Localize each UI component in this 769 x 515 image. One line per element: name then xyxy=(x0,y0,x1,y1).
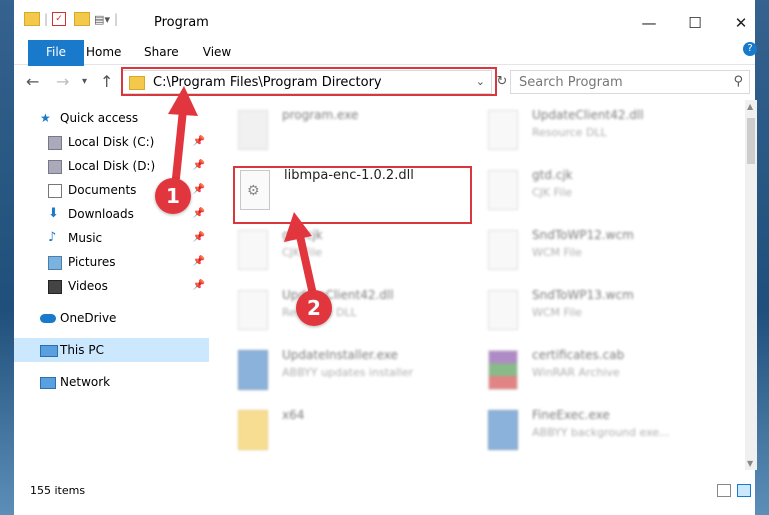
step-badge-2: 2 xyxy=(296,290,332,326)
arrow-2-head xyxy=(284,212,312,242)
arrow-2 xyxy=(296,232,316,294)
arrow-1 xyxy=(172,106,187,182)
arrow-1-head xyxy=(168,86,198,116)
annotation-arrows xyxy=(168,86,316,294)
explorer-window: | ✓ ▤▾ | Program — ☐ ✕ File Home Share V… xyxy=(0,0,769,515)
step-badge-1: 1 xyxy=(155,178,191,214)
